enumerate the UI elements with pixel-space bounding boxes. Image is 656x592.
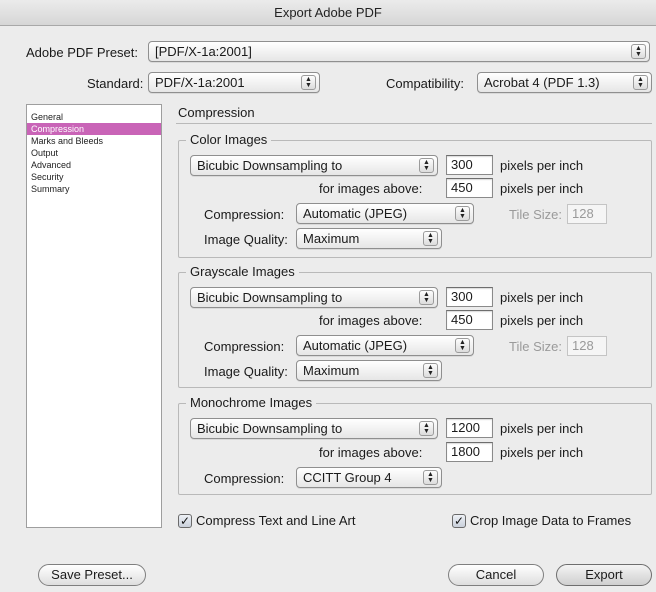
color-compression-select[interactable]: Automatic (JPEG) ▲ ▼ — [296, 203, 474, 224]
monochrome-ppi-unit: pixels per inch — [500, 421, 584, 436]
save-preset-button[interactable]: Save Preset... — [38, 564, 146, 586]
updown-arrows-icon: ▲ ▼ — [631, 44, 646, 59]
updown-arrows-icon: ▲ ▼ — [633, 75, 648, 90]
monochrome-downsampling-value: Bicubic Downsampling to — [197, 421, 343, 436]
sidebar-item-advanced[interactable]: Advanced — [27, 159, 161, 171]
updown-arrows-icon: ▲ ▼ — [423, 231, 438, 246]
color-downsampling-value: Bicubic Downsampling to — [197, 158, 343, 173]
color-above-label: for images above: — [319, 181, 423, 196]
crop-image-option[interactable]: ✓ Crop Image Data to Frames — [452, 513, 631, 528]
updown-arrows-icon: ▲ ▼ — [419, 421, 434, 436]
color-compression-label: Compression: — [204, 207, 285, 222]
grayscale-tile-label: Tile Size: — [509, 339, 562, 354]
grayscale-quality-value: Maximum — [303, 363, 360, 378]
color-above-unit: pixels per inch — [500, 181, 584, 196]
grayscale-compression-value: Automatic (JPEG) — [303, 338, 408, 353]
color-ppi-unit: pixels per inch — [500, 158, 584, 173]
grayscale-tile-input: 128 — [567, 336, 607, 356]
monochrome-compression-label: Compression: — [204, 471, 285, 486]
category-sidebar: General Compression Marks and Bleeds Out… — [26, 104, 162, 528]
grayscale-ppi-input[interactable]: 300 — [446, 287, 493, 307]
monochrome-images-title: Monochrome Images — [186, 395, 317, 410]
export-button[interactable]: Export — [556, 564, 652, 586]
color-quality-value: Maximum — [303, 231, 360, 246]
compress-text-checkbox[interactable]: ✓ — [178, 513, 192, 528]
window-title: Export Adobe PDF — [0, 0, 656, 26]
compatibility-value: Acrobat 4 (PDF 1.3) — [484, 75, 600, 90]
monochrome-compression-value: CCITT Group 4 — [303, 470, 392, 485]
updown-arrows-icon: ▲ ▼ — [301, 75, 316, 90]
compatibility-select[interactable]: Acrobat 4 (PDF 1.3) ▲ ▼ — [477, 72, 652, 93]
preset-label: Adobe PDF Preset: — [26, 45, 138, 60]
updown-arrows-icon: ▲ ▼ — [455, 206, 470, 221]
sidebar-item-marks-and-bleeds[interactable]: Marks and Bleeds — [27, 135, 161, 147]
monochrome-above-label: for images above: — [319, 445, 423, 460]
standard-select[interactable]: PDF/X-1a:2001 ▲ ▼ — [148, 72, 320, 93]
color-compression-value: Automatic (JPEG) — [303, 206, 408, 221]
color-quality-select[interactable]: Maximum ▲ ▼ — [296, 228, 442, 249]
standard-label: Standard: — [87, 76, 144, 91]
color-tile-label: Tile Size: — [509, 207, 562, 222]
grayscale-ppi-unit: pixels per inch — [500, 290, 584, 305]
updown-arrows-icon: ▲ ▼ — [419, 290, 434, 305]
grayscale-downsampling-value: Bicubic Downsampling to — [197, 290, 343, 305]
updown-arrows-icon: ▲ ▼ — [455, 338, 470, 353]
updown-arrows-icon: ▲ ▼ — [419, 158, 434, 173]
monochrome-ppi-input[interactable]: 1200 — [446, 418, 493, 438]
updown-arrows-icon: ▲ ▼ — [423, 363, 438, 378]
grayscale-compression-select[interactable]: Automatic (JPEG) ▲ ▼ — [296, 335, 474, 356]
grayscale-images-title: Grayscale Images — [186, 264, 299, 279]
panel-title: Compression — [178, 105, 255, 120]
grayscale-above-label: for images above: — [319, 313, 423, 328]
sidebar-item-summary[interactable]: Summary — [27, 183, 161, 195]
sidebar-item-security[interactable]: Security — [27, 171, 161, 183]
color-quality-label: Image Quality: — [204, 232, 288, 247]
grayscale-downsampling-select[interactable]: Bicubic Downsampling to ▲ ▼ — [190, 287, 438, 308]
cancel-button[interactable]: Cancel — [448, 564, 544, 586]
monochrome-compression-select[interactable]: CCITT Group 4 ▲ ▼ — [296, 467, 442, 488]
updown-arrows-icon: ▲ ▼ — [423, 470, 438, 485]
grayscale-quality-select[interactable]: Maximum ▲ ▼ — [296, 360, 442, 381]
grayscale-above-input[interactable]: 450 — [446, 310, 493, 330]
preset-value: [PDF/X-1a:2001] — [155, 44, 252, 59]
monochrome-downsampling-select[interactable]: Bicubic Downsampling to ▲ ▼ — [190, 418, 438, 439]
sidebar-item-output[interactable]: Output — [27, 147, 161, 159]
crop-image-label: Crop Image Data to Frames — [470, 513, 632, 528]
grayscale-quality-label: Image Quality: — [204, 364, 288, 379]
standard-value: PDF/X-1a:2001 — [155, 75, 245, 90]
crop-image-checkbox[interactable]: ✓ — [452, 513, 466, 528]
color-tile-input: 128 — [567, 204, 607, 224]
color-ppi-input[interactable]: 300 — [446, 155, 493, 175]
sidebar-item-compression[interactable]: Compression — [27, 123, 161, 135]
panel-divider — [176, 123, 652, 124]
color-images-title: Color Images — [186, 132, 272, 147]
preset-select[interactable]: [PDF/X-1a:2001] ▲ ▼ — [148, 41, 650, 62]
monochrome-above-input[interactable]: 1800 — [446, 442, 493, 462]
monochrome-above-unit: pixels per inch — [500, 445, 584, 460]
color-downsampling-select[interactable]: Bicubic Downsampling to ▲ ▼ — [190, 155, 438, 176]
compatibility-label: Compatibility: — [386, 76, 465, 91]
compress-text-option[interactable]: ✓ Compress Text and Line Art — [178, 513, 355, 528]
grayscale-compression-label: Compression: — [204, 339, 285, 354]
color-above-input[interactable]: 450 — [446, 178, 493, 198]
compress-text-label: Compress Text and Line Art — [196, 513, 356, 528]
sidebar-item-general[interactable]: General — [27, 111, 161, 123]
grayscale-above-unit: pixels per inch — [500, 313, 584, 328]
